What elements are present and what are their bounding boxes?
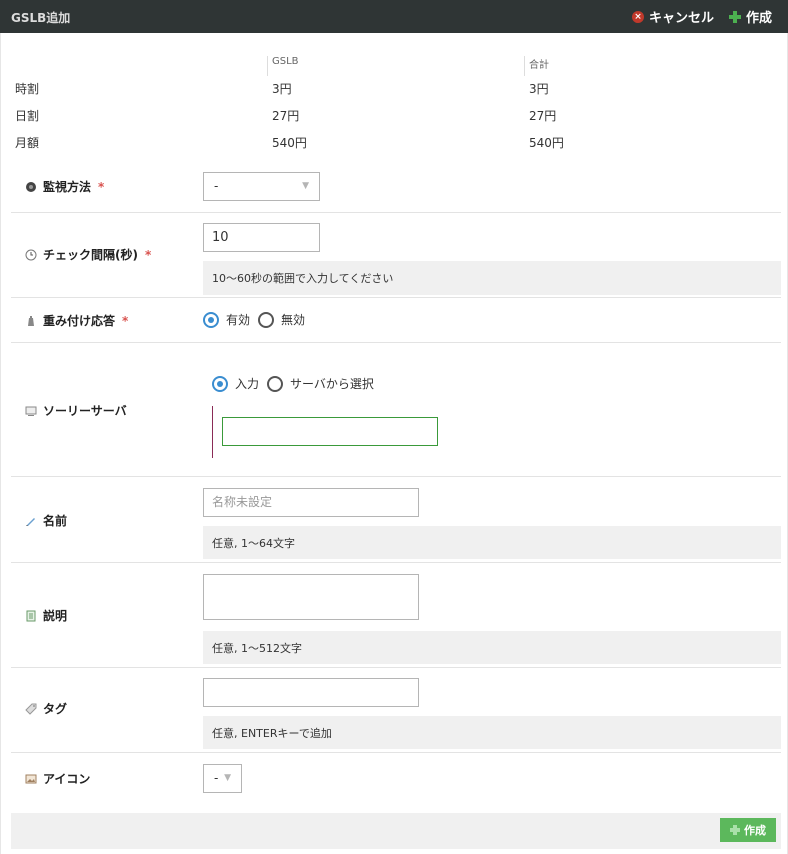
row-divider xyxy=(11,752,781,753)
cancel-icon: × xyxy=(632,10,644,23)
description-label-text: 説明 xyxy=(43,609,68,623)
sorry-server-input[interactable] xyxy=(222,417,438,446)
document-icon xyxy=(26,610,36,621)
weighted-on-label: 有効 xyxy=(226,313,251,327)
price-row-label: 時割 xyxy=(15,82,40,96)
monitor-select[interactable]: - ▼ xyxy=(203,172,320,201)
price-row-label: 月額 xyxy=(15,136,40,150)
title-bar: GSLB追加 × キャンセル 作成 xyxy=(0,0,788,33)
monitor-label-text: 監視方法 xyxy=(43,180,92,194)
weighted-label: 重み付け応答 * xyxy=(25,312,128,329)
tag-icon xyxy=(25,703,37,715)
name-hint: 任意, 1～64文字 xyxy=(203,526,781,559)
radio-dot xyxy=(203,311,219,328)
price-header-gslb: GSLB xyxy=(267,56,299,76)
interval-label: チェック間隔(秒) * xyxy=(25,246,151,263)
row-divider xyxy=(11,667,781,668)
weighted-off-label: 無効 xyxy=(281,313,306,327)
tag-label-text: タグ xyxy=(43,702,68,716)
weighted-off-radio[interactable]: 無効 xyxy=(258,311,305,328)
create-label: 作成 xyxy=(746,11,773,26)
price-header-total: 合計 xyxy=(524,56,549,76)
tag-input[interactable] xyxy=(203,678,419,707)
plus-icon xyxy=(730,825,740,835)
footer-create-label: 作成 xyxy=(744,824,766,837)
sorry-select-label: サーバから選択 xyxy=(290,377,374,391)
weighted-on-radio[interactable]: 有効 xyxy=(203,311,250,328)
tag-hint: 任意, ENTERキーで追加 xyxy=(203,716,781,749)
row-divider xyxy=(11,342,781,343)
plus-icon xyxy=(729,10,741,23)
create-button[interactable]: 作成 xyxy=(729,7,772,26)
row-divider xyxy=(11,562,781,563)
interval-label-text: チェック間隔(秒) xyxy=(43,248,138,262)
row-divider xyxy=(11,212,781,213)
sorry-select-radio[interactable]: サーバから選択 xyxy=(267,375,374,392)
cancel-label: キャンセル xyxy=(649,11,715,26)
monitor-select-value: - xyxy=(214,179,219,193)
price-gslb-value: 3円 xyxy=(272,82,292,96)
icon-select-value: - xyxy=(214,771,219,785)
weight-icon xyxy=(28,315,34,326)
radio-dot xyxy=(258,311,274,328)
icon-field-label: アイコン xyxy=(25,770,90,787)
sorry-input-label: 入力 xyxy=(235,377,260,391)
description-label: 説明 xyxy=(25,607,67,624)
name-label-text: 名前 xyxy=(43,514,68,528)
weighted-label-text: 重み付け応答 xyxy=(43,314,116,328)
required-mark: * xyxy=(122,313,129,328)
price-total-value: 3円 xyxy=(529,82,549,96)
required-mark: * xyxy=(98,179,105,194)
image-icon xyxy=(25,774,37,783)
row-divider xyxy=(11,297,781,298)
form-footer: 作成 xyxy=(11,813,781,849)
price-total-value: 540円 xyxy=(529,136,564,150)
cancel-button[interactable]: × キャンセル xyxy=(632,7,714,26)
sorry-input-radio[interactable]: 入力 xyxy=(212,375,259,392)
sorry-group-bar xyxy=(212,406,213,458)
interval-hint: 10～60秒の範囲で入力してください xyxy=(203,261,781,295)
description-textarea[interactable] xyxy=(203,574,419,620)
footer-create-button[interactable]: 作成 xyxy=(720,818,776,842)
chevron-down-icon: ▼ xyxy=(224,773,231,783)
monitor-icon xyxy=(26,181,36,192)
price-gslb-value: 27円 xyxy=(272,109,300,123)
name-label: 名前 xyxy=(25,512,67,529)
interval-input[interactable]: 10 xyxy=(203,223,320,252)
row-divider xyxy=(11,476,781,477)
price-total-value: 27円 xyxy=(529,109,557,123)
page-title: GSLB追加 xyxy=(11,11,71,25)
sorry-label: ソーリーサーバ xyxy=(25,402,127,419)
required-mark: * xyxy=(144,247,152,262)
server-icon xyxy=(25,406,37,416)
icon-select[interactable]: - ▼ xyxy=(203,764,242,793)
price-gslb-value: 540円 xyxy=(272,136,307,150)
sorry-label-text: ソーリーサーバ xyxy=(43,404,127,418)
description-hint: 任意, 1～512文字 xyxy=(203,631,781,664)
radio-dot xyxy=(212,375,228,392)
pencil-icon xyxy=(26,517,35,526)
tag-label: タグ xyxy=(25,700,67,717)
clock-icon xyxy=(25,249,37,260)
monitor-label: 監視方法 * xyxy=(25,178,104,195)
price-row-label: 日割 xyxy=(15,109,40,123)
icon-field-label-text: アイコン xyxy=(43,772,91,786)
name-input[interactable]: 名称未設定 xyxy=(203,488,419,517)
chevron-down-icon: ▼ xyxy=(302,181,309,191)
radio-dot xyxy=(267,375,283,392)
